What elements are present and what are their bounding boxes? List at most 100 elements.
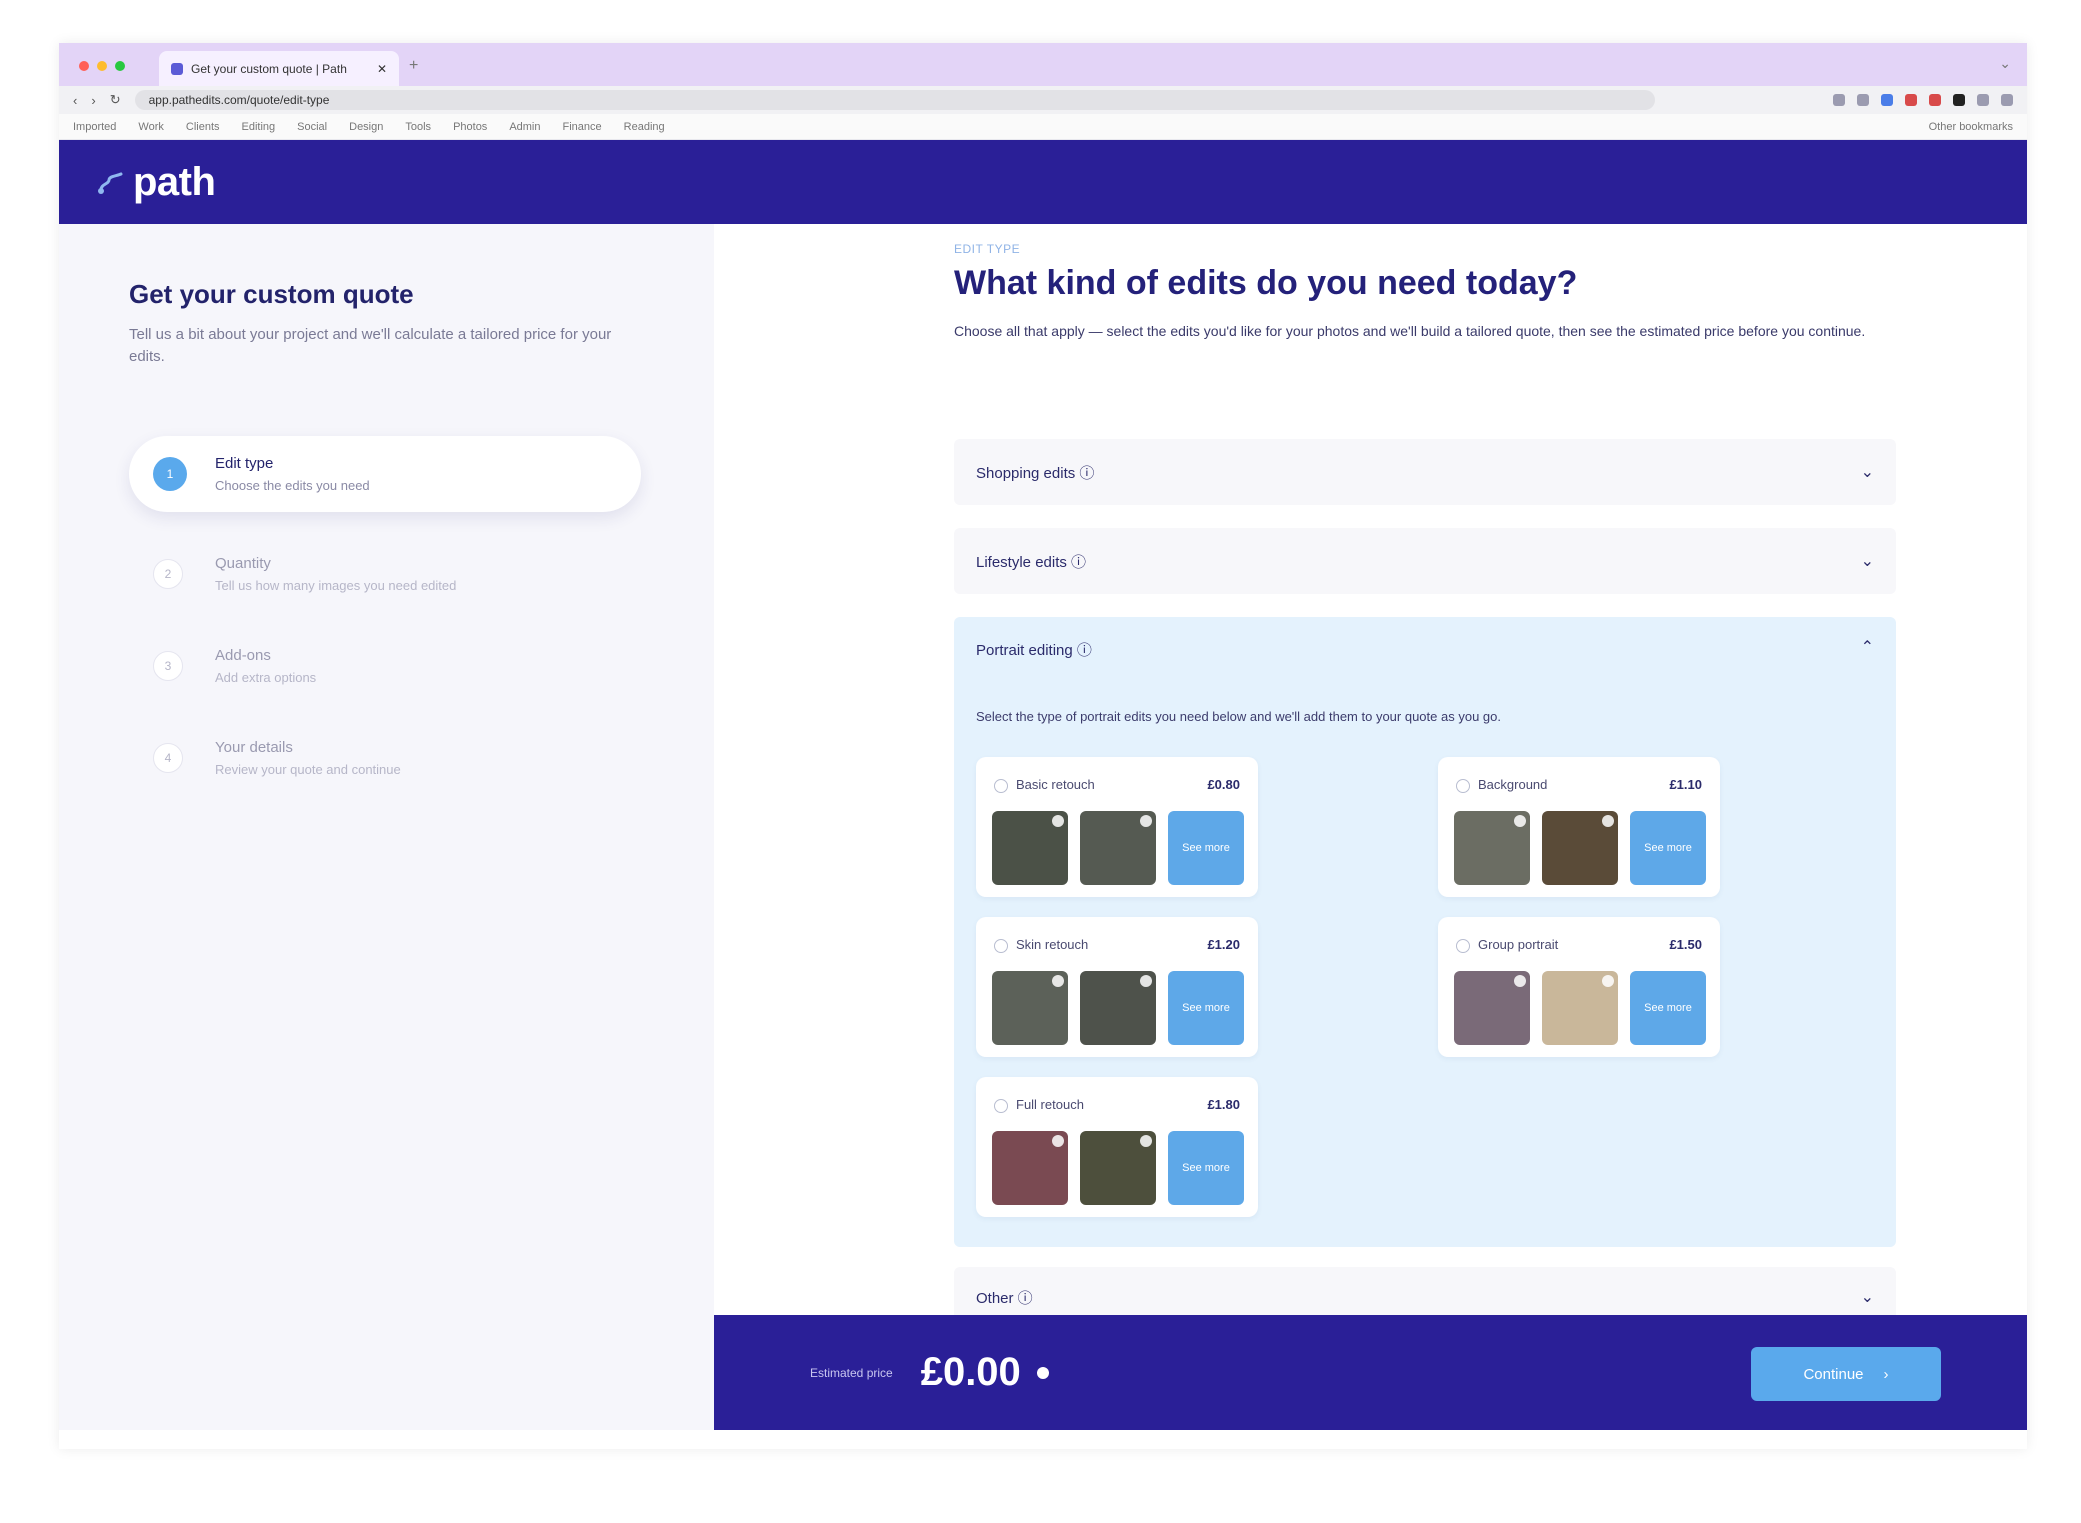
continue-label: Continue xyxy=(1803,1365,1864,1383)
step-number: 4 xyxy=(153,743,183,773)
option-price: £1.20 xyxy=(1207,937,1240,952)
bookmark-item[interactable]: Finance xyxy=(563,121,602,133)
example-thumbnail[interactable] xyxy=(992,1131,1068,1205)
example-thumbnail[interactable] xyxy=(992,971,1068,1045)
chevron-down-icon: ⌄ xyxy=(1860,553,1874,570)
see-more-button[interactable]: See more xyxy=(1630,811,1706,885)
edit-option-card[interactable]: Full retouch £1.80 See more xyxy=(976,1077,1258,1217)
step-number: 1 xyxy=(153,457,187,491)
app-header: path xyxy=(59,140,2027,224)
tab-search-icon[interactable]: ⌄ xyxy=(1999,55,2011,72)
example-thumbnail[interactable] xyxy=(1454,811,1530,885)
logo-text: path xyxy=(133,159,216,204)
option-name: Basic retouch xyxy=(1016,777,1095,792)
path-logo[interactable]: path xyxy=(95,159,216,205)
see-more-button[interactable]: See more xyxy=(1168,971,1244,1045)
example-thumbnail[interactable] xyxy=(1080,811,1156,885)
continue-button[interactable]: Continue › xyxy=(1751,1347,1941,1401)
option-name: Background xyxy=(1478,777,1548,792)
see-more-button[interactable]: See more xyxy=(1630,971,1706,1045)
step-title: Quantity xyxy=(215,555,271,572)
step-description: Choose the edits you need xyxy=(215,478,370,493)
bookmark-item[interactable]: Admin xyxy=(509,121,540,133)
example-thumbnail[interactable] xyxy=(1542,811,1618,885)
section-eyebrow: EDIT TYPE xyxy=(954,242,1021,256)
page-description: Choose all that apply — select the edits… xyxy=(954,323,1866,339)
address-bar-row: ‹ › ↻ app.pathedits.com/quote/edit-type xyxy=(59,86,2027,114)
browser-window: Get your custom quote | Path ✕ + ⌄ ‹ › ↻… xyxy=(59,43,2027,1449)
option-checkbox[interactable] xyxy=(994,939,1008,953)
option-checkbox[interactable] xyxy=(1456,779,1470,793)
bookmark-item[interactable]: Clients xyxy=(186,121,220,133)
browser-tab[interactable]: Get your custom quote | Path ✕ xyxy=(159,51,399,86)
example-thumbnail[interactable] xyxy=(992,811,1068,885)
accordion-portrait-editing: Portrait editing ⓘ ⌃ Select the type of … xyxy=(954,617,1896,1247)
extension-icon[interactable] xyxy=(1953,94,1965,106)
accordion-label: Other ⓘ xyxy=(976,1289,1033,1307)
path-logo-icon xyxy=(98,172,123,194)
extension-icon[interactable] xyxy=(1905,94,1917,106)
bookmark-item[interactable]: Imported xyxy=(73,121,116,133)
close-window-button[interactable] xyxy=(79,61,89,71)
step-title: Add-ons xyxy=(215,647,271,664)
option-price: £1.50 xyxy=(1669,937,1702,952)
bookmark-item[interactable]: Work xyxy=(138,121,163,133)
chevron-right-icon: › xyxy=(1883,1365,1889,1383)
bookmark-item[interactable]: Tools xyxy=(405,121,431,133)
bookmark-item[interactable]: Other bookmarks xyxy=(1929,121,2013,133)
window-traffic-lights xyxy=(79,61,125,71)
example-thumbnail[interactable] xyxy=(1080,971,1156,1045)
bookmark-item[interactable]: Design xyxy=(349,121,383,133)
chevron-up-icon[interactable]: ⌃ xyxy=(1861,637,1874,657)
bookmark-item[interactable]: Social xyxy=(297,121,327,133)
extension-icon[interactable] xyxy=(1833,94,1845,106)
browser-tab-bar: Get your custom quote | Path ✕ + ⌄ xyxy=(59,43,2027,86)
extension-icon[interactable] xyxy=(1929,94,1941,106)
accordion-label: Lifestyle edits ⓘ xyxy=(976,553,1087,571)
sidebar-title: Get your custom quote xyxy=(129,279,414,309)
example-thumbnail[interactable] xyxy=(1454,971,1530,1045)
bookmark-item[interactable]: Editing xyxy=(242,121,276,133)
option-checkbox[interactable] xyxy=(994,779,1008,793)
extension-icon[interactable] xyxy=(1977,94,1989,106)
step-your-details[interactable]: 4 Your details Review your quote and con… xyxy=(129,712,641,804)
minimize-window-button[interactable] xyxy=(97,61,107,71)
accordion-shopping-edits[interactable]: Shopping edits ⓘ ⌄ xyxy=(954,439,1896,505)
see-more-button[interactable]: See more xyxy=(1168,1131,1244,1205)
new-tab-button[interactable]: + xyxy=(409,57,418,75)
see-more-button[interactable]: See more xyxy=(1168,811,1244,885)
accordion-lifestyle-edits[interactable]: Lifestyle edits ⓘ ⌄ xyxy=(954,528,1896,594)
extension-icon[interactable] xyxy=(1881,94,1893,106)
sidebar-subtitle: Tell us a bit about your project and we'… xyxy=(129,326,612,365)
option-name: Group portrait xyxy=(1478,937,1559,952)
step-add-ons[interactable]: 3 Add-ons Add extra options xyxy=(129,620,641,712)
back-icon[interactable]: ‹ xyxy=(73,93,77,108)
chevron-down-icon: ⌄ xyxy=(1860,464,1874,481)
step-description: Review your quote and continue xyxy=(215,762,401,777)
edit-option-card[interactable]: Skin retouch £1.20 See more xyxy=(976,917,1258,1057)
edit-option-card[interactable]: Basic retouch £0.80 See more xyxy=(976,757,1258,897)
option-name: Skin retouch xyxy=(1016,937,1089,952)
bookmark-item[interactable]: Reading xyxy=(624,121,665,133)
chevron-down-icon: ⌄ xyxy=(1860,1289,1874,1306)
info-icon[interactable] xyxy=(1036,1366,1049,1379)
forward-icon[interactable]: › xyxy=(91,93,95,108)
accordion-label[interactable]: Portrait editing ⓘ xyxy=(976,639,1092,660)
profile-icon[interactable] xyxy=(2001,94,2013,106)
maximize-window-button[interactable] xyxy=(115,61,125,71)
step-description: Add extra options xyxy=(215,670,317,685)
edit-option-card[interactable]: Background £1.10 See more xyxy=(1438,757,1720,897)
accordion-description: Select the type of portrait edits you ne… xyxy=(976,709,1501,724)
option-checkbox[interactable] xyxy=(994,1099,1008,1113)
bookmark-item[interactable]: Photos xyxy=(453,121,487,133)
step-edit-type[interactable]: 1 Edit type Choose the edits you need xyxy=(129,436,641,512)
close-tab-icon[interactable]: ✕ xyxy=(377,62,387,76)
example-thumbnail[interactable] xyxy=(1542,971,1618,1045)
url-field[interactable]: app.pathedits.com/quote/edit-type xyxy=(134,90,1655,110)
step-quantity[interactable]: 2 Quantity Tell us how many images you n… xyxy=(129,528,641,620)
example-thumbnail[interactable] xyxy=(1080,1131,1156,1205)
reload-icon[interactable]: ↻ xyxy=(110,92,121,108)
extension-icon[interactable] xyxy=(1857,94,1869,106)
option-checkbox[interactable] xyxy=(1456,939,1470,953)
edit-option-card[interactable]: Group portrait £1.50 See more xyxy=(1438,917,1720,1057)
